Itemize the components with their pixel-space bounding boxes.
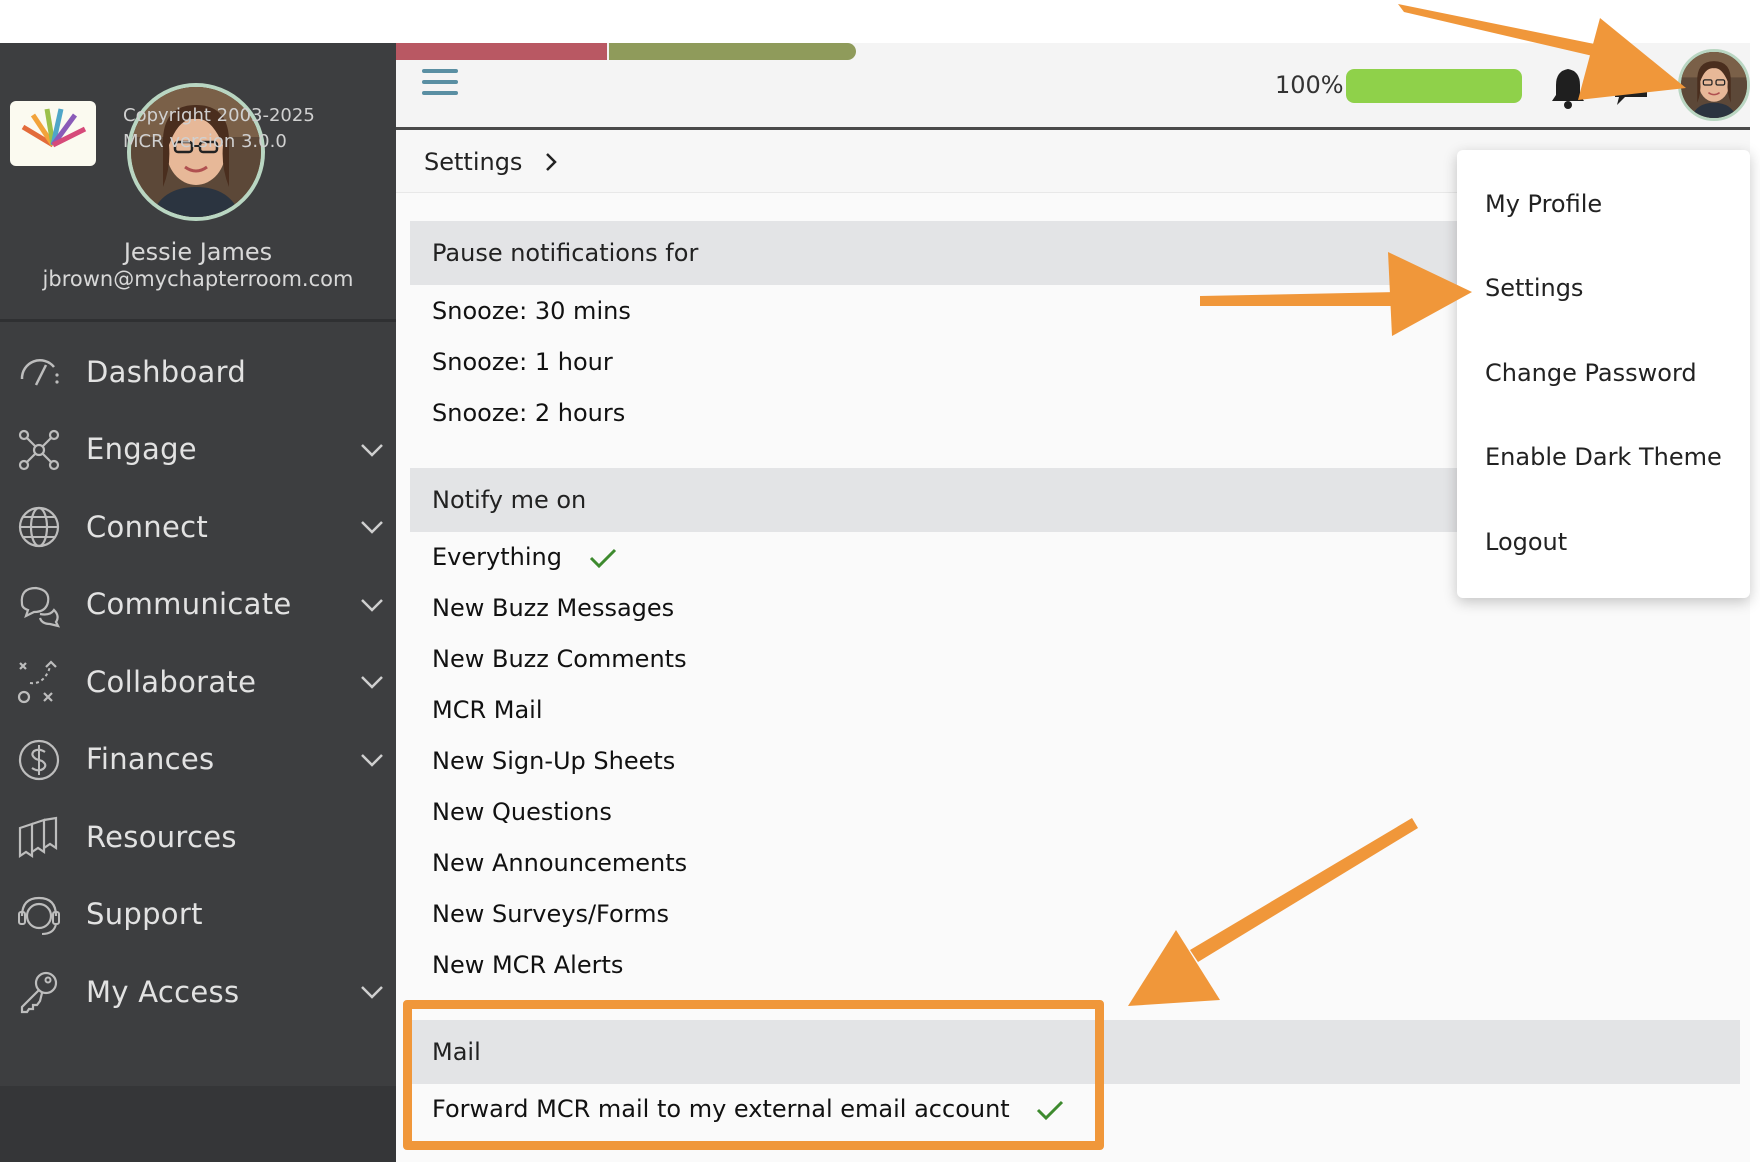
chevron-down-icon <box>361 598 383 612</box>
logo-sunburst-icon <box>21 108 87 148</box>
section-heading: Mail <box>432 1038 481 1066</box>
globe-icon <box>18 506 60 548</box>
dollar-icon <box>18 739 60 780</box>
top-bar: 100% <box>396 43 1750 130</box>
chevron-down-icon <box>361 521 383 534</box>
notify-buzz-comments-option[interactable]: New Buzz Comments <box>432 645 687 673</box>
snooze-1-hour-option[interactable]: Snooze: 1 hour <box>432 348 613 376</box>
sidebar-item-label: Finances <box>86 742 215 777</box>
notify-everything-option[interactable]: Everything <box>432 543 618 571</box>
chevron-down-icon <box>361 986 383 999</box>
notify-mcr-mail-option[interactable]: MCR Mail <box>432 696 543 724</box>
notify-mcr-alerts-option[interactable]: New MCR Alerts <box>432 951 623 979</box>
chevron-right-icon <box>546 153 557 171</box>
copyright-text: Copyright 2003-2025 <box>123 105 315 126</box>
check-icon <box>589 548 616 569</box>
option-label: Forward MCR mail to my external email ac… <box>432 1095 1010 1123</box>
hamburger-menu-icon[interactable] <box>420 65 460 99</box>
sidebar-item-my-access[interactable]: My Access <box>0 953 396 1031</box>
progress-percent: 100% <box>1275 71 1344 99</box>
sidebar-item-label: Support <box>86 897 203 932</box>
sidebar-item-resources[interactable]: Resources <box>0 798 396 876</box>
forward-mail-option[interactable]: Forward MCR mail to my external email ac… <box>432 1095 1065 1123</box>
sidebar-item-label: Communicate <box>86 587 292 622</box>
sidebar-item-communicate[interactable]: Communicate <box>0 566 396 644</box>
notify-signup-sheets-option[interactable]: New Sign-Up Sheets <box>432 747 675 775</box>
option-label: Everything <box>432 543 562 571</box>
sidebar-item-finances[interactable]: Finances <box>0 721 396 799</box>
check-icon <box>1037 1100 1064 1121</box>
sidebar-item-label: Resources <box>86 819 237 854</box>
version-text: MCR version 3.0.0 <box>123 131 287 152</box>
notify-announcements-option[interactable]: New Announcements <box>432 849 687 877</box>
profile-dropdown-menu: My Profile Settings Change Password Enab… <box>1457 150 1750 598</box>
key-icon <box>20 971 58 1014</box>
snooze-30-option[interactable]: Snooze: 30 mins <box>432 297 631 325</box>
sidebar-item-support[interactable]: Support <box>0 876 396 954</box>
sidebar-item-label: Engage <box>86 432 197 467</box>
profile-avatar-button[interactable] <box>1678 49 1750 121</box>
menu-item-dark-theme[interactable]: Enable Dark Theme <box>1485 443 1722 471</box>
chat-icon[interactable] <box>1611 71 1651 107</box>
sidebar-item-label: Collaborate <box>86 664 257 699</box>
strategy-icon <box>17 660 57 704</box>
bookmarks-icon <box>18 816 58 859</box>
headset-icon <box>18 896 60 935</box>
chevron-down-icon <box>361 753 383 767</box>
menu-item-settings[interactable]: Settings <box>1485 274 1583 302</box>
sidebar-item-collaborate[interactable]: Collaborate <box>0 643 396 721</box>
sidebar: Jessie James jbrown@mychapterroom.com Da… <box>0 43 396 1162</box>
sidebar-nav: Dashboard Engage Connect Communicate Col… <box>0 333 396 1031</box>
snooze-2-hours-option[interactable]: Snooze: 2 hours <box>432 399 625 427</box>
user-photo <box>1681 52 1747 118</box>
user-email: jbrown@mychapterroom.com <box>42 267 354 291</box>
menu-item-my-profile[interactable]: My Profile <box>1485 190 1602 218</box>
breadcrumb-settings[interactable]: Settings <box>424 148 522 176</box>
chevron-down-icon <box>361 443 383 457</box>
accent-strip-olive <box>609 43 856 60</box>
notify-buzz-messages-option[interactable]: New Buzz Messages <box>432 594 674 622</box>
gauge-icon <box>20 359 59 386</box>
user-name: Jessie James <box>123 238 273 266</box>
profile-progress-bar <box>1346 69 1522 103</box>
sidebar-footer <box>0 1086 396 1162</box>
progress-fill <box>1346 69 1522 103</box>
chat-bubbles-icon <box>20 586 61 628</box>
footer-copyright: Copyright 2003-2025 MCR version 3.0.0 <box>123 103 315 155</box>
sidebar-item-connect[interactable]: Connect <box>0 488 396 566</box>
sidebar-item-label: Connect <box>86 509 209 544</box>
sidebar-item-engage[interactable]: Engage <box>0 411 396 489</box>
sidebar-item-dashboard[interactable]: Dashboard <box>0 333 396 411</box>
section-heading: Notify me on <box>432 486 587 514</box>
notify-surveys-forms-option[interactable]: New Surveys/Forms <box>432 900 669 928</box>
bell-icon[interactable] <box>1548 65 1588 109</box>
sidebar-item-label: Dashboard <box>86 354 247 389</box>
sidebar-item-label: My Access <box>86 974 240 1009</box>
app-logo <box>10 101 96 166</box>
menu-item-logout[interactable]: Logout <box>1485 528 1567 556</box>
section-heading: Pause notifications for <box>432 239 699 267</box>
sidebar-divider <box>0 319 396 322</box>
notify-questions-option[interactable]: New Questions <box>432 798 612 826</box>
section-mail: Mail <box>410 1020 1740 1084</box>
accent-strip-red <box>396 43 607 60</box>
chevron-down-icon <box>361 676 383 689</box>
menu-item-change-password[interactable]: Change Password <box>1485 359 1697 387</box>
network-icon <box>18 429 60 470</box>
